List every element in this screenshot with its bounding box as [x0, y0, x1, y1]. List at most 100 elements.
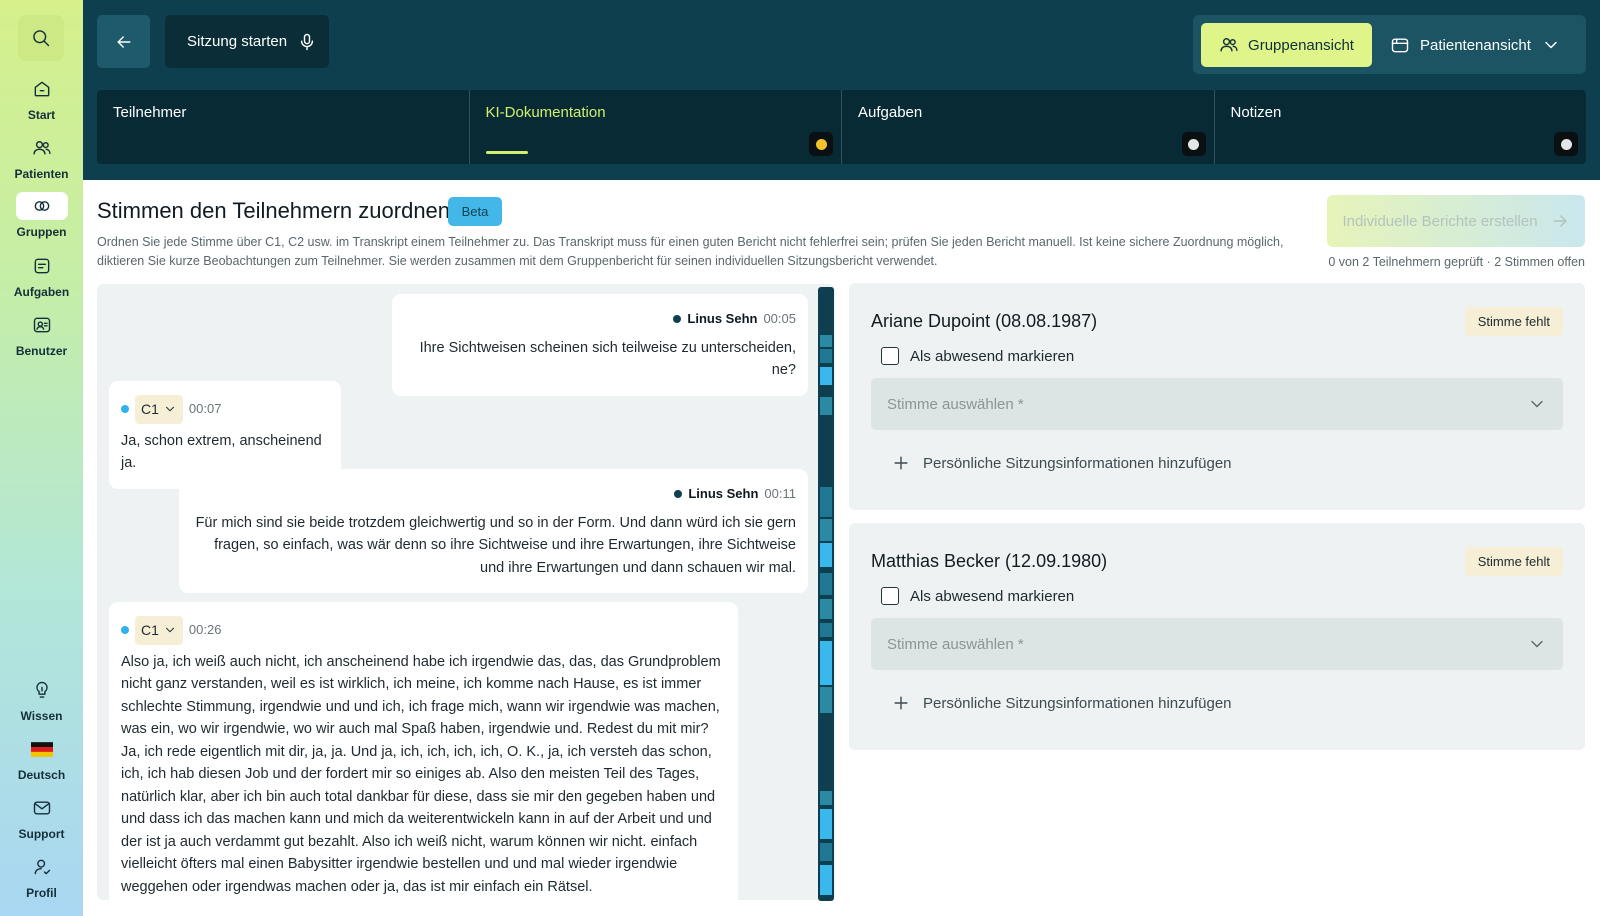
sidebar: Start Patienten Gruppen Aufgaben Benutze… — [0, 0, 83, 916]
absent-checkbox[interactable]: Als abwesend markieren — [881, 347, 1074, 365]
user-card-icon — [33, 317, 50, 333]
add-session-info-label: Persönliche Sitzungsinformationen hinzuf… — [923, 454, 1232, 472]
sidebar-item-patienten[interactable]: Patienten — [0, 134, 83, 181]
voice-select-placeholder: Stimme auswählen * — [887, 635, 1024, 653]
group-view-button[interactable]: Gruppenansicht — [1201, 23, 1372, 67]
create-reports-label: Individuelle Berichte erstellen — [1342, 212, 1538, 230]
sidebar-item-label: Deutsch — [17, 768, 66, 782]
absent-label: Als abwesend markieren — [910, 587, 1075, 605]
view-switch: Gruppenansicht Patientenansicht — [1193, 15, 1586, 74]
timeline-segment — [820, 809, 832, 839]
participant-name: Ariane Dupoint (08.08.1987) — [871, 311, 1098, 331]
users-icon — [32, 141, 51, 155]
timestamp: 00:11 — [764, 486, 796, 501]
transcript-panel[interactable]: Linus Sehn 00:05 Ihre Sichtweisen scheine… — [97, 284, 835, 900]
sidebar-item-start[interactable]: Start — [0, 75, 83, 122]
tab-ki-dokumentation[interactable]: KI-Dokumentation — [468, 90, 842, 164]
timeline-segment — [820, 349, 832, 363]
create-reports-button[interactable]: Individuelle Berichte erstellen — [1327, 195, 1585, 247]
timeline-segment — [820, 843, 832, 861]
patient-view-label: Patientenansicht — [1420, 36, 1531, 54]
timeline-segment — [820, 641, 832, 685]
voice-selector[interactable]: C1 — [135, 616, 183, 645]
users-icon — [1220, 38, 1238, 52]
voice-timeline-scrollbar[interactable] — [818, 287, 834, 901]
search-icon — [33, 30, 50, 47]
page-description: Ordnen Sie jede Stimme über C1, C2 usw. … — [97, 235, 1284, 268]
voice-select-dropdown[interactable]: Stimme auswählen * — [871, 618, 1563, 670]
add-session-info-button[interactable]: Persönliche Sitzungsinformationen hinzuf… — [891, 453, 1232, 473]
active-tab-indicator — [485, 151, 528, 154]
sidebar-item-label: Support — [18, 827, 65, 841]
timestamp: 00:07 — [188, 401, 222, 416]
absent-checkbox[interactable]: Als abwesend markieren — [881, 587, 1074, 605]
tab-label: Aufgaben — [858, 104, 923, 121]
participant-name: Matthias Becker (12.09.1980) — [871, 551, 1108, 571]
arrow-right-icon — [1553, 215, 1567, 227]
transcript-entry: Linus Sehn 00:05 Ihre Sichtweisen scheine… — [392, 294, 808, 396]
transcript-text: Ja, schon extrem, anscheinend ja. — [121, 432, 322, 472]
review-status: 0 von 2 Teilnehmern geprüft · 2 Stimmen … — [1328, 255, 1585, 269]
group-view-label: Gruppenansicht — [1248, 36, 1354, 54]
status-badge: Stimme fehlt — [1464, 307, 1563, 336]
sidebar-item-support[interactable]: Support — [0, 794, 83, 841]
timeline-segment — [820, 599, 832, 619]
sidebar-item-label: Gruppen — [16, 225, 67, 239]
patient-view-dropdown[interactable]: Patientenansicht — [1390, 23, 1570, 67]
voice-selector[interactable]: C1 — [135, 395, 183, 424]
microphone-icon — [300, 33, 314, 50]
add-session-info-button[interactable]: Persönliche Sitzungsinformationen hinzuf… — [891, 693, 1232, 713]
chevron-down-icon — [1531, 640, 1543, 648]
sidebar-item-gruppen[interactable]: Gruppen — [0, 192, 83, 239]
voice-label: C1 — [141, 401, 159, 417]
transcript-text: Ihre Sichtweisen scheinen sich teilweise… — [419, 339, 796, 379]
lightbulb-icon — [35, 681, 48, 698]
transcript-entry: Linus Sehn 00:11 Für mich sind sie beide … — [179, 469, 808, 593]
sidebar-item-label: Wissen — [20, 709, 63, 723]
sidebar-item-profil[interactable]: Profil — [0, 853, 83, 900]
tab-aufgaben[interactable]: Aufgaben — [841, 90, 1214, 164]
chevron-down-icon — [1545, 41, 1557, 49]
sidebar-item-benutzer[interactable]: Benutzer — [0, 311, 83, 358]
sidebar-item-wissen[interactable]: Wissen — [0, 676, 83, 723]
timestamp: 00:26 — [188, 622, 222, 637]
search-button[interactable] — [18, 15, 64, 61]
sidebar-item-aufgaben[interactable]: Aufgaben — [0, 252, 83, 299]
speaker-name: Linus Sehn — [688, 486, 759, 501]
timeline-segment — [820, 543, 832, 567]
timeline-segment — [820, 335, 832, 347]
timeline-segment — [820, 573, 832, 595]
arrow-left-icon — [116, 35, 131, 48]
voice-label: C1 — [141, 622, 159, 638]
absent-label: Als abwesend markieren — [910, 347, 1075, 365]
tasks-icon — [34, 258, 49, 274]
status-indicator — [1181, 132, 1206, 156]
home-icon — [34, 81, 49, 97]
page-title: Stimmen den Teilnehmern zuordnen — [97, 198, 451, 223]
timeline-segment — [820, 397, 832, 415]
voice-select-dropdown[interactable]: Stimme auswählen * — [871, 378, 1563, 430]
transcript-text: Also ja, ich weiß auch nicht, ich ansche… — [121, 653, 721, 895]
timeline-segment — [820, 865, 832, 895]
tab-notizen[interactable]: Notizen — [1213, 90, 1587, 164]
checkbox[interactable] — [881, 347, 899, 365]
timeline-segment — [820, 367, 832, 385]
checkbox[interactable] — [881, 587, 899, 605]
sidebar-item-deutsch[interactable]: Deutsch — [0, 735, 83, 782]
sidebar-item-label: Patienten — [14, 167, 69, 181]
start-session-button[interactable]: Sitzung starten — [165, 15, 329, 68]
beta-badge: Beta — [448, 197, 502, 226]
back-button[interactable] — [97, 15, 150, 68]
sidebar-item-label: Benutzer — [15, 344, 68, 358]
tab-label: Teilnehmer — [113, 104, 187, 121]
participant-card: Ariane Dupoint (08.08.1987) Stimme fehlt… — [849, 283, 1585, 510]
chevron-down-icon — [165, 628, 174, 633]
tab-teilnehmer[interactable]: Teilnehmer — [97, 90, 469, 164]
profile-icon — [34, 859, 50, 875]
sidebar-item-label: Aufgaben — [13, 285, 70, 299]
timeline-segment — [820, 519, 832, 541]
groups-icon — [34, 201, 49, 211]
tab-label: Notizen — [1230, 104, 1282, 121]
tab-label: KI-Dokumentation — [485, 104, 606, 121]
plus-icon — [894, 696, 908, 710]
